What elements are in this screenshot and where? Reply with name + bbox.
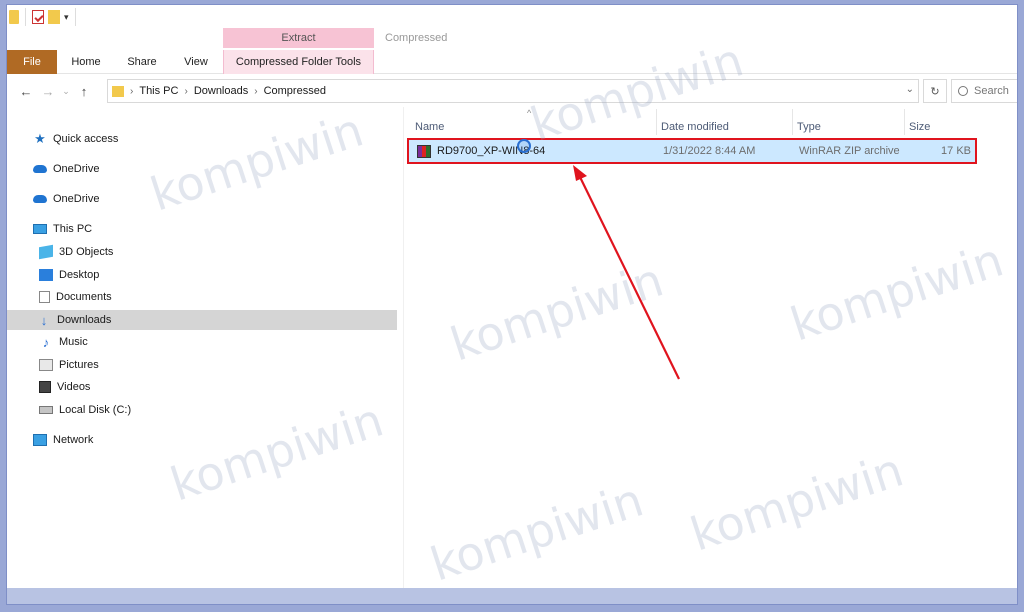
properties-icon[interactable] — [32, 10, 44, 24]
sidebar-item-onedrive[interactable]: OneDrive — [33, 189, 99, 209]
refresh-icon[interactable]: ↻ — [923, 79, 947, 103]
sidebar-item-this-pc[interactable]: This PC — [33, 219, 92, 239]
window-title: Compressed — [385, 32, 448, 44]
breadcrumb-compressed[interactable]: Compressed — [264, 85, 326, 97]
sidebar-item-network[interactable]: Network — [33, 430, 93, 450]
column-header-date-modified[interactable]: Date modified — [661, 117, 729, 137]
network-icon — [33, 434, 47, 446]
forward-arrow-icon[interactable]: → — [37, 80, 59, 102]
documents-icon — [39, 291, 50, 303]
up-arrow-icon[interactable]: ↑ — [73, 80, 95, 102]
folder-icon — [112, 85, 124, 97]
file-explorer-window: ▾ Extract Compressed File Home Share Vie… — [6, 4, 1018, 605]
navigation-bar: ← → ⌄ ↑ › This PC › Downloads › Compress… — [7, 77, 1017, 105]
contextual-tab-header: Extract — [223, 28, 374, 48]
column-divider[interactable] — [904, 109, 905, 135]
navigation-pane: ★ Quick access OneDrive OneDrive This PC… — [7, 115, 397, 604]
tab-home[interactable]: Home — [57, 50, 115, 74]
sidebar-item-onedrive[interactable]: OneDrive — [33, 159, 99, 179]
address-bar[interactable]: › This PC › Downloads › Compressed ⌄ — [107, 79, 919, 103]
file-size: 17 KB — [941, 145, 971, 157]
back-arrow-icon[interactable]: ← — [15, 80, 37, 102]
tab-share[interactable]: Share — [115, 50, 169, 74]
desktop-icon — [39, 269, 53, 281]
sidebar-item-quick-access[interactable]: ★ Quick access — [33, 129, 118, 149]
computer-icon — [33, 224, 47, 234]
breadcrumb-this-pc[interactable]: This PC — [139, 85, 178, 97]
sort-ascending-icon: ^ — [527, 108, 532, 118]
quick-access-toolbar: ▾ — [7, 5, 78, 29]
breadcrumb-separator-icon[interactable]: › — [130, 86, 133, 97]
sidebar-item-label: Network — [53, 434, 94, 446]
sidebar-item-desktop[interactable]: Desktop — [39, 265, 99, 285]
sidebar-item-label: 3D Objects — [59, 246, 114, 258]
column-divider[interactable] — [792, 109, 793, 135]
breadcrumb-separator-icon[interactable]: › — [254, 86, 257, 97]
sidebar-item-pictures[interactable]: Pictures — [39, 355, 99, 375]
sidebar-item-label: OneDrive — [53, 163, 100, 175]
column-divider[interactable] — [656, 109, 657, 135]
breadcrumb-separator-icon[interactable]: › — [184, 86, 187, 97]
folder-icon — [9, 10, 19, 24]
videos-icon — [39, 381, 51, 393]
recent-locations-chevron-icon[interactable]: ⌄ — [59, 80, 73, 102]
sidebar-item-3d-objects[interactable]: 3D Objects — [39, 242, 113, 262]
download-arrow-icon: ↓ — [40, 312, 48, 328]
loading-cursor-icon — [517, 139, 531, 153]
column-header-type[interactable]: Type — [797, 117, 821, 137]
watermark: kompiwin — [424, 472, 650, 592]
sidebar-item-label: Pictures — [59, 359, 99, 371]
annotation-arrow — [573, 165, 680, 380]
pane-divider[interactable] — [403, 107, 404, 604]
toolbar-divider — [74, 8, 76, 26]
search-icon — [958, 86, 968, 96]
sidebar-item-label: Music — [59, 336, 88, 348]
drive-icon — [39, 406, 53, 414]
search-placeholder: Search — [974, 85, 1009, 97]
breadcrumb-downloads[interactable]: Downloads — [194, 85, 248, 97]
column-header-size[interactable]: Size — [909, 117, 930, 137]
sidebar-item-local-disk[interactable]: Local Disk (C:) — [39, 400, 131, 420]
status-strip — [7, 588, 1017, 604]
file-row-selected[interactable]: RD9700_XP-WIN8-64 1/31/2022 8:44 AM WinR… — [407, 138, 977, 164]
toolbar-divider — [25, 8, 26, 26]
new-folder-icon[interactable] — [48, 10, 60, 24]
annotation-arrow-line — [578, 174, 680, 380]
cloud-icon — [33, 195, 47, 203]
sidebar-item-label: Downloads — [57, 314, 112, 326]
ribbon-tabs: File Home Share View Compressed Folder T… — [7, 50, 1017, 74]
winrar-archive-icon — [417, 145, 431, 158]
sidebar-item-label: Quick access — [53, 133, 119, 145]
watermark: kompiwin — [784, 232, 1010, 352]
sidebar-item-label: This PC — [53, 223, 93, 235]
sidebar-item-label: OneDrive — [53, 193, 100, 205]
sidebar-item-label: Documents — [56, 291, 112, 303]
column-header-name[interactable]: Name — [415, 117, 444, 137]
star-icon: ★ — [34, 131, 46, 146]
sidebar-item-label: Desktop — [59, 269, 100, 281]
sidebar-item-music[interactable]: ♪ Music — [39, 332, 88, 352]
sidebar-item-downloads[interactable]: ↓ Downloads — [7, 310, 397, 330]
3d-objects-icon — [39, 244, 53, 260]
file-date-modified: 1/31/2022 8:44 AM — [663, 145, 756, 157]
file-type: WinRAR ZIP archive — [799, 145, 900, 157]
pictures-icon — [39, 359, 53, 371]
music-note-icon: ♪ — [42, 334, 50, 350]
sidebar-item-documents[interactable]: Documents — [39, 287, 112, 307]
watermark: kompiwin — [684, 442, 910, 562]
cloud-icon — [33, 165, 47, 173]
chevron-down-icon[interactable]: ⌄ — [906, 84, 914, 95]
tab-file[interactable]: File — [7, 50, 57, 74]
sidebar-item-label: Videos — [57, 381, 91, 393]
search-input[interactable]: Search — [951, 79, 1017, 103]
sidebar-item-videos[interactable]: Videos — [39, 377, 90, 397]
sidebar-item-label: Local Disk (C:) — [59, 404, 132, 416]
tab-view[interactable]: View — [169, 50, 223, 74]
customize-toolbar-icon[interactable]: ▾ — [64, 12, 69, 23]
tab-compressed-folder-tools[interactable]: Compressed Folder Tools — [223, 50, 374, 74]
annotation-arrowhead — [573, 165, 587, 181]
